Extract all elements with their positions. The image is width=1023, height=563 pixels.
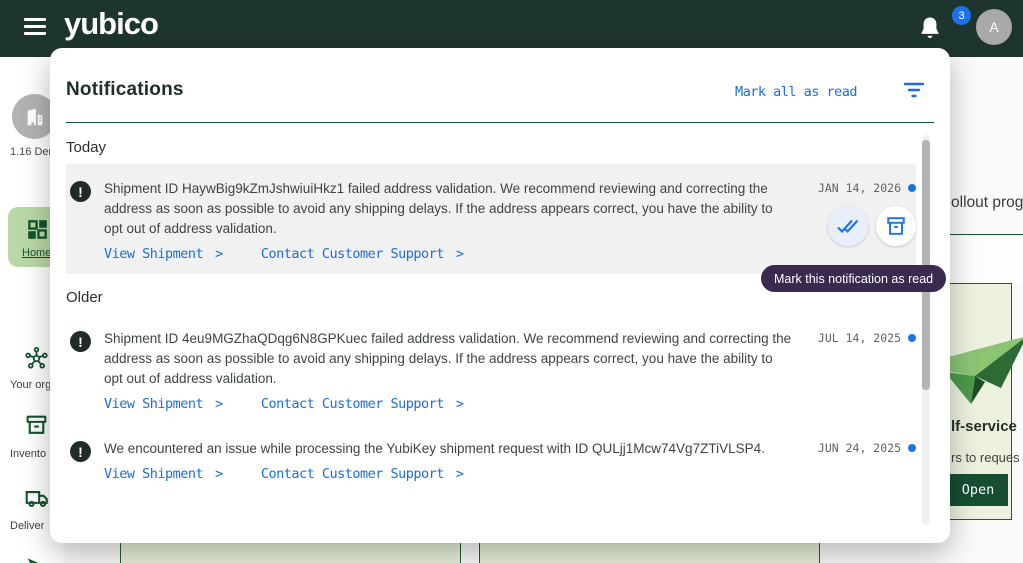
notification-item: ! Shipment ID 4eu9MGZhaQDqg6N8GPKuec fai…	[66, 314, 916, 424]
chevron-right-icon: >	[215, 246, 223, 262]
notification-text: Shipment ID 4eu9MGZhaQDqg6N8GPKuec faile…	[104, 331, 791, 386]
self-service-description: rs to reques	[951, 450, 1020, 465]
mark-read-button[interactable]	[828, 206, 868, 246]
contact-support-link[interactable]: Contact Customer Support>	[261, 464, 464, 484]
view-shipment-link[interactable]: View Shipment>	[104, 394, 223, 414]
card-background	[940, 236, 1023, 283]
chevron-right-icon: >	[456, 396, 464, 412]
chevron-right-icon: >	[456, 246, 464, 262]
alert-icon: !	[66, 326, 104, 414]
archive-box-icon	[885, 215, 907, 237]
unread-dot	[908, 444, 916, 452]
notification-text: We encountered an issue while processing…	[104, 441, 765, 456]
alert-icon: !	[66, 436, 104, 484]
mark-read-tooltip: Mark this notification as read	[761, 265, 946, 292]
notification-count-badge: 3	[952, 6, 971, 25]
rollout-progress-heading: ollout progre	[951, 194, 1023, 212]
panel-title: Notifications	[66, 79, 184, 101]
self-service-title: lf-service	[951, 418, 1017, 435]
unread-dot	[908, 334, 916, 342]
dashboard-icon	[26, 218, 49, 241]
chevron-right-icon: >	[215, 396, 223, 412]
view-shipment-link[interactable]: View Shipment>	[104, 244, 223, 264]
sidebar-item-label: Home	[22, 247, 51, 259]
delivery-truck-icon	[24, 485, 50, 511]
notifications-panel: Notifications Mark all as read Today ! S…	[50, 48, 950, 543]
yubico-logo: yubico	[64, 6, 158, 42]
user-avatar[interactable]: A	[976, 9, 1012, 45]
notifications-bell-icon[interactable]	[916, 13, 946, 45]
archive-button[interactable]	[876, 206, 916, 246]
contact-support-link[interactable]: Contact Customer Support>	[261, 394, 464, 414]
contact-support-link[interactable]: Contact Customer Support>	[261, 244, 464, 264]
menu-icon[interactable]	[24, 18, 46, 38]
notification-item: ! We encountered an issue while processi…	[66, 424, 916, 494]
chevron-right-icon: >	[456, 466, 464, 482]
notification-text: Shipment ID HaywBig9kZmJshwiuiHkz1 faile…	[104, 181, 773, 236]
double-check-icon	[836, 217, 860, 235]
alert-icon: !	[66, 176, 104, 264]
unread-dot	[908, 184, 916, 192]
chevron-right-icon: >	[215, 466, 223, 482]
open-button[interactable]: Open	[948, 474, 1008, 506]
card-border-line	[940, 234, 1023, 235]
sidebar-item-label: Deliver	[10, 520, 44, 532]
paper-plane-icon	[24, 555, 51, 563]
filter-icon[interactable]	[903, 81, 925, 99]
notification-date: JAN 14, 2026	[818, 181, 901, 195]
sidebar-item-label: Invento	[10, 448, 46, 460]
sidebar-item-label: Your org.	[10, 379, 54, 391]
building-icon	[24, 106, 46, 128]
view-shipment-link[interactable]: View Shipment>	[104, 464, 223, 484]
notification-date: JUL 14, 2025	[818, 331, 901, 345]
notifications-list: Today ! Shipment ID HaywBig9kZmJshwiuiHk…	[50, 124, 950, 543]
org-network-icon	[24, 345, 49, 372]
notification-item: ! Shipment ID HaywBig9kZmJshwiuiHkz1 fai…	[66, 164, 916, 274]
header-divider	[66, 122, 934, 123]
mark-all-as-read-button[interactable]: Mark all as read	[735, 84, 857, 100]
section-label-today: Today	[66, 139, 934, 156]
notification-date: JUN 24, 2025	[818, 441, 901, 455]
inventory-box-icon	[24, 412, 49, 438]
